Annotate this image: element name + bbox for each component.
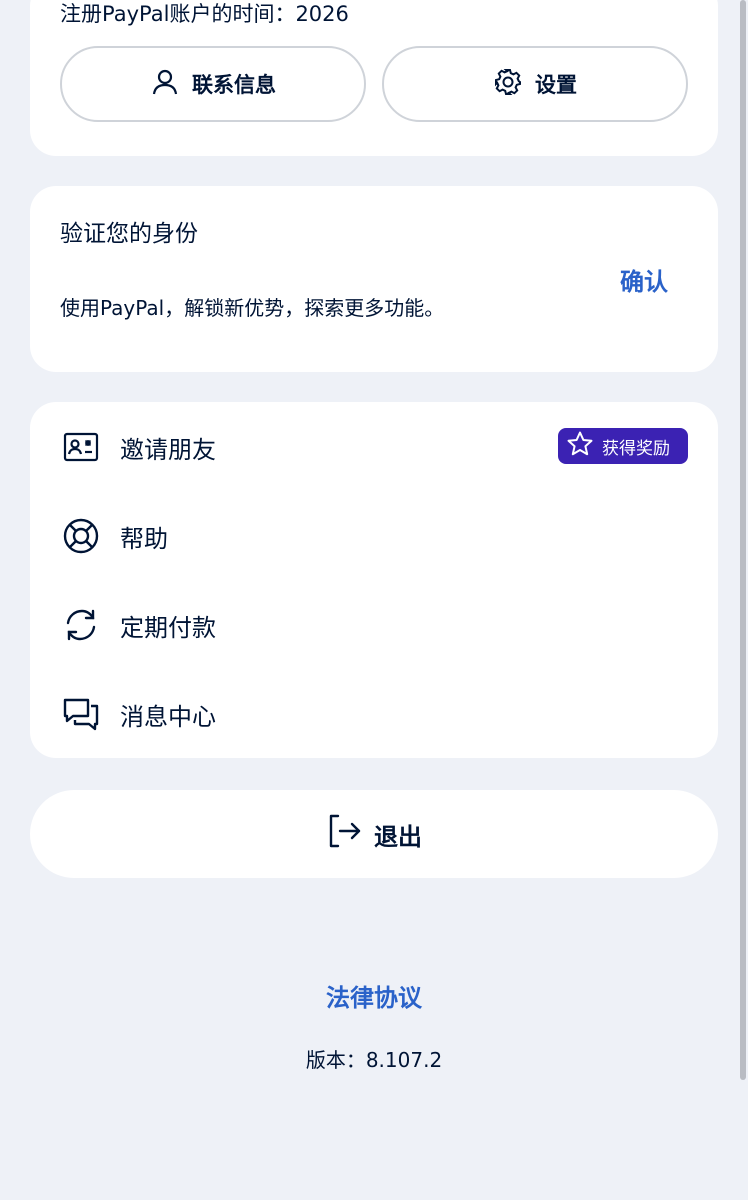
lifebuoy-icon bbox=[62, 517, 100, 555]
menu-item-help[interactable]: 帮助 bbox=[30, 491, 718, 580]
settings-label: 设置 bbox=[535, 73, 577, 97]
verify-identity-card: 验证您的身份 使用PayPal，解锁新优势，探索更多功能。 确认 bbox=[30, 186, 718, 372]
contact-info-label: 联系信息 bbox=[192, 73, 276, 97]
reward-badge[interactable]: 获得奖励 bbox=[558, 428, 688, 464]
recurring-icon bbox=[62, 606, 100, 644]
verify-description: 使用PayPal，解锁新优势，探索更多功能。 bbox=[60, 296, 445, 320]
version-text: 版本：8.107.2 bbox=[305, 1048, 443, 1072]
scrollbar[interactable] bbox=[740, 0, 746, 1080]
menu-item-label: 邀请朋友 bbox=[120, 436, 216, 464]
person-icon bbox=[150, 67, 180, 102]
legal-agreements-link[interactable]: 法律协议 bbox=[0, 978, 748, 1013]
menu-item-message-center[interactable]: 消息中心 bbox=[30, 669, 718, 758]
settings-button[interactable]: 设置 bbox=[382, 46, 688, 122]
gear-icon bbox=[493, 67, 523, 102]
menu-card: 邀请朋友 获得奖励 帮助 定期付款 消息中心 bbox=[30, 402, 718, 758]
profile-card: 注册PayPal账户的时间：2026 联系信息 设置 bbox=[30, 0, 718, 156]
menu-item-label: 帮助 bbox=[120, 525, 168, 553]
contact-info-button[interactable]: 联系信息 bbox=[60, 46, 366, 122]
menu-item-label: 定期付款 bbox=[120, 614, 216, 642]
registration-date-text: 注册PayPal账户的时间：2026 bbox=[60, 2, 349, 26]
reward-label: 获得奖励 bbox=[602, 438, 670, 459]
logout-label: 退出 bbox=[374, 822, 422, 851]
logout-icon bbox=[326, 812, 364, 856]
menu-item-label: 消息中心 bbox=[120, 703, 216, 731]
contact-card-icon bbox=[62, 428, 100, 466]
menu-item-recurring-payments[interactable]: 定期付款 bbox=[30, 580, 718, 669]
confirm-link[interactable]: 确认 bbox=[620, 262, 668, 297]
verify-title: 验证您的身份 bbox=[60, 221, 198, 247]
logout-button[interactable]: 退出 bbox=[30, 790, 718, 878]
star-icon bbox=[566, 430, 594, 463]
menu-item-invite-friends[interactable]: 邀请朋友 获得奖励 bbox=[30, 402, 718, 491]
chat-bubbles-icon bbox=[62, 695, 100, 733]
